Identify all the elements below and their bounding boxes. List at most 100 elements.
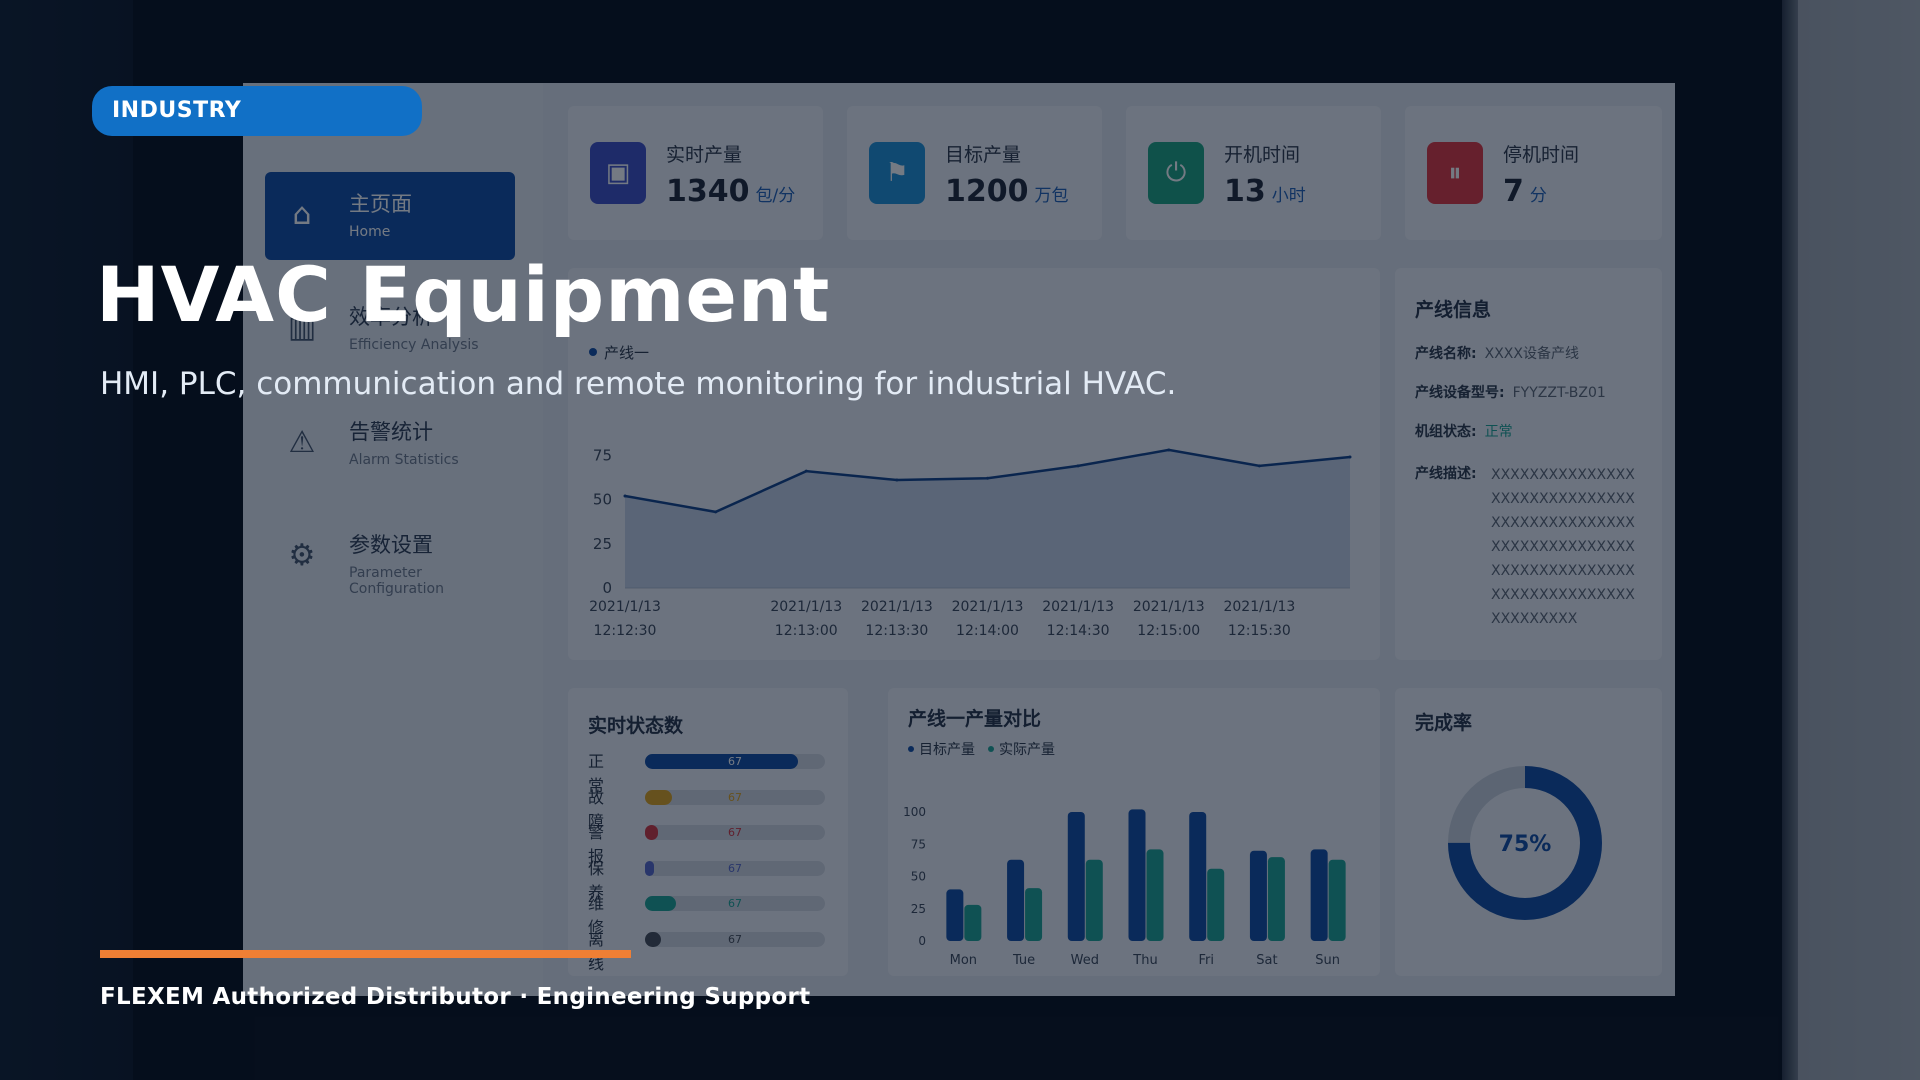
kpi-card-run-time: ⏻ 开机时间 13 小时	[1126, 106, 1381, 240]
sidebar-item-parameters[interactable]: ⚙ 参数设置 Parameter Configuration	[265, 513, 515, 601]
x-tick-label: 2021/1/13 12:14:00	[952, 599, 1024, 639]
line-info-card: 产线信息 产线名称: XXXX设备产线 产线设备型号: FYYZZT-BZ01 机组…	[1395, 268, 1662, 660]
kpi-label: 开机时间	[1224, 144, 1301, 166]
data-point	[1167, 448, 1171, 452]
x-tick-label: Sat	[1256, 953, 1277, 968]
y-tick-label: 100	[903, 805, 926, 819]
x-tick-label: 2021/1/13 12:13:30	[861, 599, 933, 639]
kpi-unit: 包/分	[755, 186, 796, 206]
status-track: 67	[645, 860, 825, 876]
chart-title: 产线一产量对比	[908, 707, 1041, 730]
accent-divider	[100, 950, 631, 958]
kpi-number: 13	[1224, 174, 1266, 209]
x-tick-label: Mon	[950, 953, 977, 968]
status-value: 67	[728, 826, 742, 839]
y-tick-label: 50	[911, 870, 926, 884]
background-right-bezel	[1782, 0, 1920, 1080]
sidebar-item-title: 参数设置	[349, 533, 433, 557]
bar-chart: 产线一产量对比 目标产量 实际产量 0 25 50 75 100 Mon Tue Wed Thu…	[903, 707, 1346, 968]
y-tick-label: 50	[593, 491, 612, 509]
sidebar-item-subtitle: Alarm Statistics	[349, 452, 459, 468]
info-key: 机组状态:	[1415, 424, 1477, 440]
status-card: 实时状态数 正常 67 故障 67 警报 67 保养 67 维修 67 离线 67	[568, 688, 848, 976]
data-point	[895, 478, 899, 482]
bar-actual	[1267, 857, 1285, 941]
donut-label: 75%	[1499, 832, 1552, 857]
x-tick-label: 2021/1/13 12:15:00	[1133, 599, 1205, 639]
y-tick-label: 0	[918, 934, 926, 948]
info-key: 产线描述:	[1415, 466, 1477, 482]
sidebar-item-home[interactable]: ⌂ 主页面 Home	[265, 172, 515, 260]
kpi-value: 1200 万包	[945, 174, 1069, 209]
kpi-card-target-output: ⚑ 目标产量 1200 万包	[847, 106, 1102, 240]
kpi-card-realtime-output: ▣ 实时产量 1340 包/分	[568, 106, 823, 240]
status-track: 67	[645, 789, 825, 805]
gear-icon: ⚙	[288, 538, 316, 573]
sidebar-item-title: 主页面	[349, 192, 412, 216]
kpi-label: 停机时间	[1503, 144, 1580, 166]
status-track: 67	[645, 825, 825, 840]
status-value: 67	[728, 790, 742, 804]
legend-marker	[589, 348, 597, 356]
bar-actual	[1025, 888, 1043, 941]
bar-actual	[1085, 859, 1103, 941]
kpi-unit: 分	[1529, 186, 1547, 206]
data-point	[804, 469, 808, 473]
sidebar-item-title: 告警统计	[349, 420, 433, 444]
kpi-number: 1340	[666, 174, 750, 209]
kpi-value: 13 小时	[1224, 174, 1306, 209]
x-tick-label: 2021/1/13 12:15:30	[1223, 599, 1295, 639]
area-fill	[625, 449, 1350, 588]
x-tick-label: 2021/1/13 12:14:30	[1042, 599, 1114, 639]
info-row-status: 机组状态: 正常	[1415, 421, 1513, 441]
card-title: 实时状态数	[588, 715, 684, 737]
x-tick-label: Thu	[1132, 953, 1157, 968]
kpi-unit: 小时	[1271, 186, 1306, 206]
x-tick-label: Tue	[1012, 953, 1035, 968]
info-value: XXXX设备产线	[1484, 346, 1579, 362]
status-value: 67	[728, 932, 742, 946]
sidebar-item-alarms[interactable]: ⚠ 告警统计 Alarm Statistics	[265, 400, 515, 488]
card-title: 产线信息	[1415, 299, 1492, 321]
x-tick-label: Sun	[1315, 953, 1340, 968]
kpi-value: 1340 包/分	[666, 174, 795, 209]
sidebar-item-subtitle: Home	[349, 224, 391, 240]
kpi-number: 1200	[945, 174, 1029, 209]
sidebar-item-subtitle: Parameter Configuration	[349, 565, 444, 597]
kpi-number: 7	[1503, 174, 1524, 209]
package-icon: ▣	[590, 142, 646, 204]
page-title: HVAC Equipment	[96, 250, 831, 339]
status-value: 67	[728, 861, 742, 875]
bar-target	[946, 889, 964, 941]
data-point	[1257, 464, 1261, 468]
data-point	[623, 494, 627, 498]
info-value: 正常	[1484, 424, 1513, 440]
x-tick-label: Fri	[1198, 953, 1214, 968]
status-value: 67	[728, 897, 742, 910]
legend-label: 目标产量	[919, 742, 975, 758]
hmi-screen: ⌂ 主页面 Home ▥ 效率分析 Efficiency Analysis ⚠ …	[243, 83, 1675, 996]
data-point	[1348, 455, 1352, 459]
info-row-name: 产线名称: XXXX设备产线	[1415, 343, 1579, 363]
bar-actual	[964, 904, 982, 941]
page-subtitle: HMI, PLC, communication and remote monit…	[100, 366, 1177, 402]
info-description-text: XXXXXXXXXXXXXXXXXXXXXXXXXXXXXXXXXXXXXXXX…	[1491, 467, 1635, 627]
legend-marker	[988, 746, 994, 752]
bar-target	[1249, 850, 1267, 941]
bar-chart-card: 产线一产量对比 目标产量 实际产量 0 25 50 75 100 Mon Tue Wed Thu…	[888, 688, 1380, 976]
legend-marker	[908, 746, 914, 752]
y-tick-label: 25	[911, 902, 926, 916]
info-value: FYYZZT-BZ01	[1512, 385, 1606, 401]
kpi-label: 目标产量	[945, 144, 1022, 166]
info-row-model: 产线设备型号: FYYZZT-BZ01	[1415, 382, 1606, 402]
background-left-panel	[0, 0, 133, 1080]
x-tick-label: 2021/1/13 12:13:00	[770, 599, 842, 639]
legend-label: 产线一	[604, 344, 649, 362]
status-track: 67	[645, 896, 825, 911]
category-badge: INDUSTRY	[92, 86, 422, 136]
bar-target	[1007, 859, 1025, 941]
info-row-description: 产线描述:	[1415, 463, 1477, 483]
data-point	[986, 476, 989, 480]
data-point	[1076, 464, 1080, 468]
kpi-value: 7分	[1503, 174, 1547, 209]
